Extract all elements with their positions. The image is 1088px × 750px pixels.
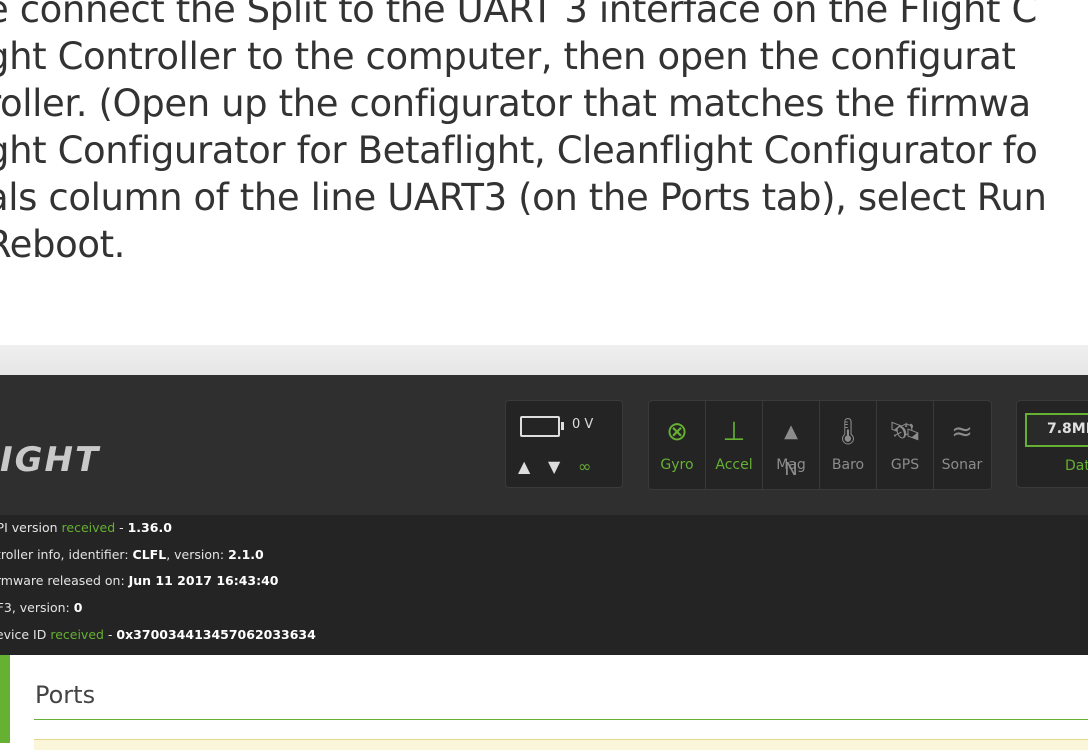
link-icon: ∞ bbox=[578, 457, 592, 476]
dataflash-status[interactable]: 7.8MB Dat bbox=[1016, 400, 1088, 488]
gps-icon: 🛰 bbox=[888, 417, 922, 447]
log-line: ntroller info, identifier: CLFL, version… bbox=[0, 546, 264, 562]
log-line: RF3, version: 0 bbox=[0, 600, 83, 616]
status-log: API version received - 1.36.0 ntroller i… bbox=[0, 515, 1088, 655]
sensor-baro: 🌡 Baro bbox=[820, 401, 877, 489]
baro-icon: 🌡 bbox=[831, 417, 865, 447]
sensor-accel: ⊥ Accel bbox=[706, 401, 763, 489]
page-title: Ports bbox=[35, 681, 96, 709]
doc-line: als column of the line UART3 (on the Por… bbox=[0, 176, 1047, 219]
failsafe-icon: ▼ bbox=[548, 457, 561, 476]
title-divider bbox=[34, 719, 1088, 720]
log-line: firmware released on: Jun 11 2017 16:43:… bbox=[0, 573, 279, 589]
dataflash-label: Dat bbox=[1065, 458, 1088, 474]
sensor-status-bar: ⊗ Gyro ⊥ Accel ▲ N Mag 🌡 Baro 🛰 GPS ≈ Son… bbox=[648, 400, 992, 490]
battery-icon bbox=[520, 416, 564, 437]
sidebar-active-indicator bbox=[0, 655, 10, 743]
doc-line: ght Configurator for Betaflight, Cleanfl… bbox=[0, 129, 1038, 172]
app-logo: IGHT bbox=[0, 440, 101, 480]
sonar-icon: ≈ bbox=[951, 417, 973, 447]
sensor-label: Baro bbox=[831, 457, 865, 473]
battery-voltage: 0 V bbox=[572, 417, 594, 432]
sensor-label: Mag bbox=[776, 457, 806, 473]
screenshot-border bbox=[0, 345, 1088, 375]
warning-icon: ▲ bbox=[518, 457, 531, 476]
note-box bbox=[34, 739, 1088, 750]
log-line: API version received - 1.36.0 bbox=[0, 520, 172, 535]
sensor-mag: ▲ N Mag bbox=[763, 401, 820, 489]
sensor-gps: 🛰 GPS bbox=[877, 401, 934, 489]
dataflash-size: 7.8MB bbox=[1047, 421, 1088, 437]
main-content: Ports bbox=[0, 655, 1088, 750]
doc-line: roller. (Open up the configurator that m… bbox=[0, 82, 1031, 125]
sensor-label: Gyro bbox=[660, 457, 694, 473]
mag-icon: ▲ N bbox=[784, 421, 798, 480]
doc-line: ght Controller to the computer, then ope… bbox=[0, 35, 1016, 78]
sensor-sonar: ≈ Sonar bbox=[934, 401, 990, 489]
accel-icon: ⊥ bbox=[722, 417, 746, 447]
log-line: device ID received - 0x37003441345706203… bbox=[0, 626, 316, 642]
battery-status: 0 V ▲ ▼ ∞ bbox=[505, 400, 623, 488]
sensor-gyro: ⊗ Gyro bbox=[649, 401, 706, 489]
gyro-icon: ⊗ bbox=[666, 417, 688, 447]
document-text: e connect the Split to the UART 3 interf… bbox=[0, 0, 1088, 268]
sensor-label: Accel bbox=[715, 457, 753, 473]
doc-line: e connect the Split to the UART 3 interf… bbox=[0, 0, 1037, 31]
sensor-label: GPS bbox=[890, 457, 920, 473]
doc-line: Reboot. bbox=[0, 223, 126, 266]
sensor-label: Sonar bbox=[941, 457, 983, 473]
ports-panel: Ports bbox=[10, 655, 1088, 750]
status-icons: ▲ ▼ ∞ bbox=[518, 457, 608, 476]
